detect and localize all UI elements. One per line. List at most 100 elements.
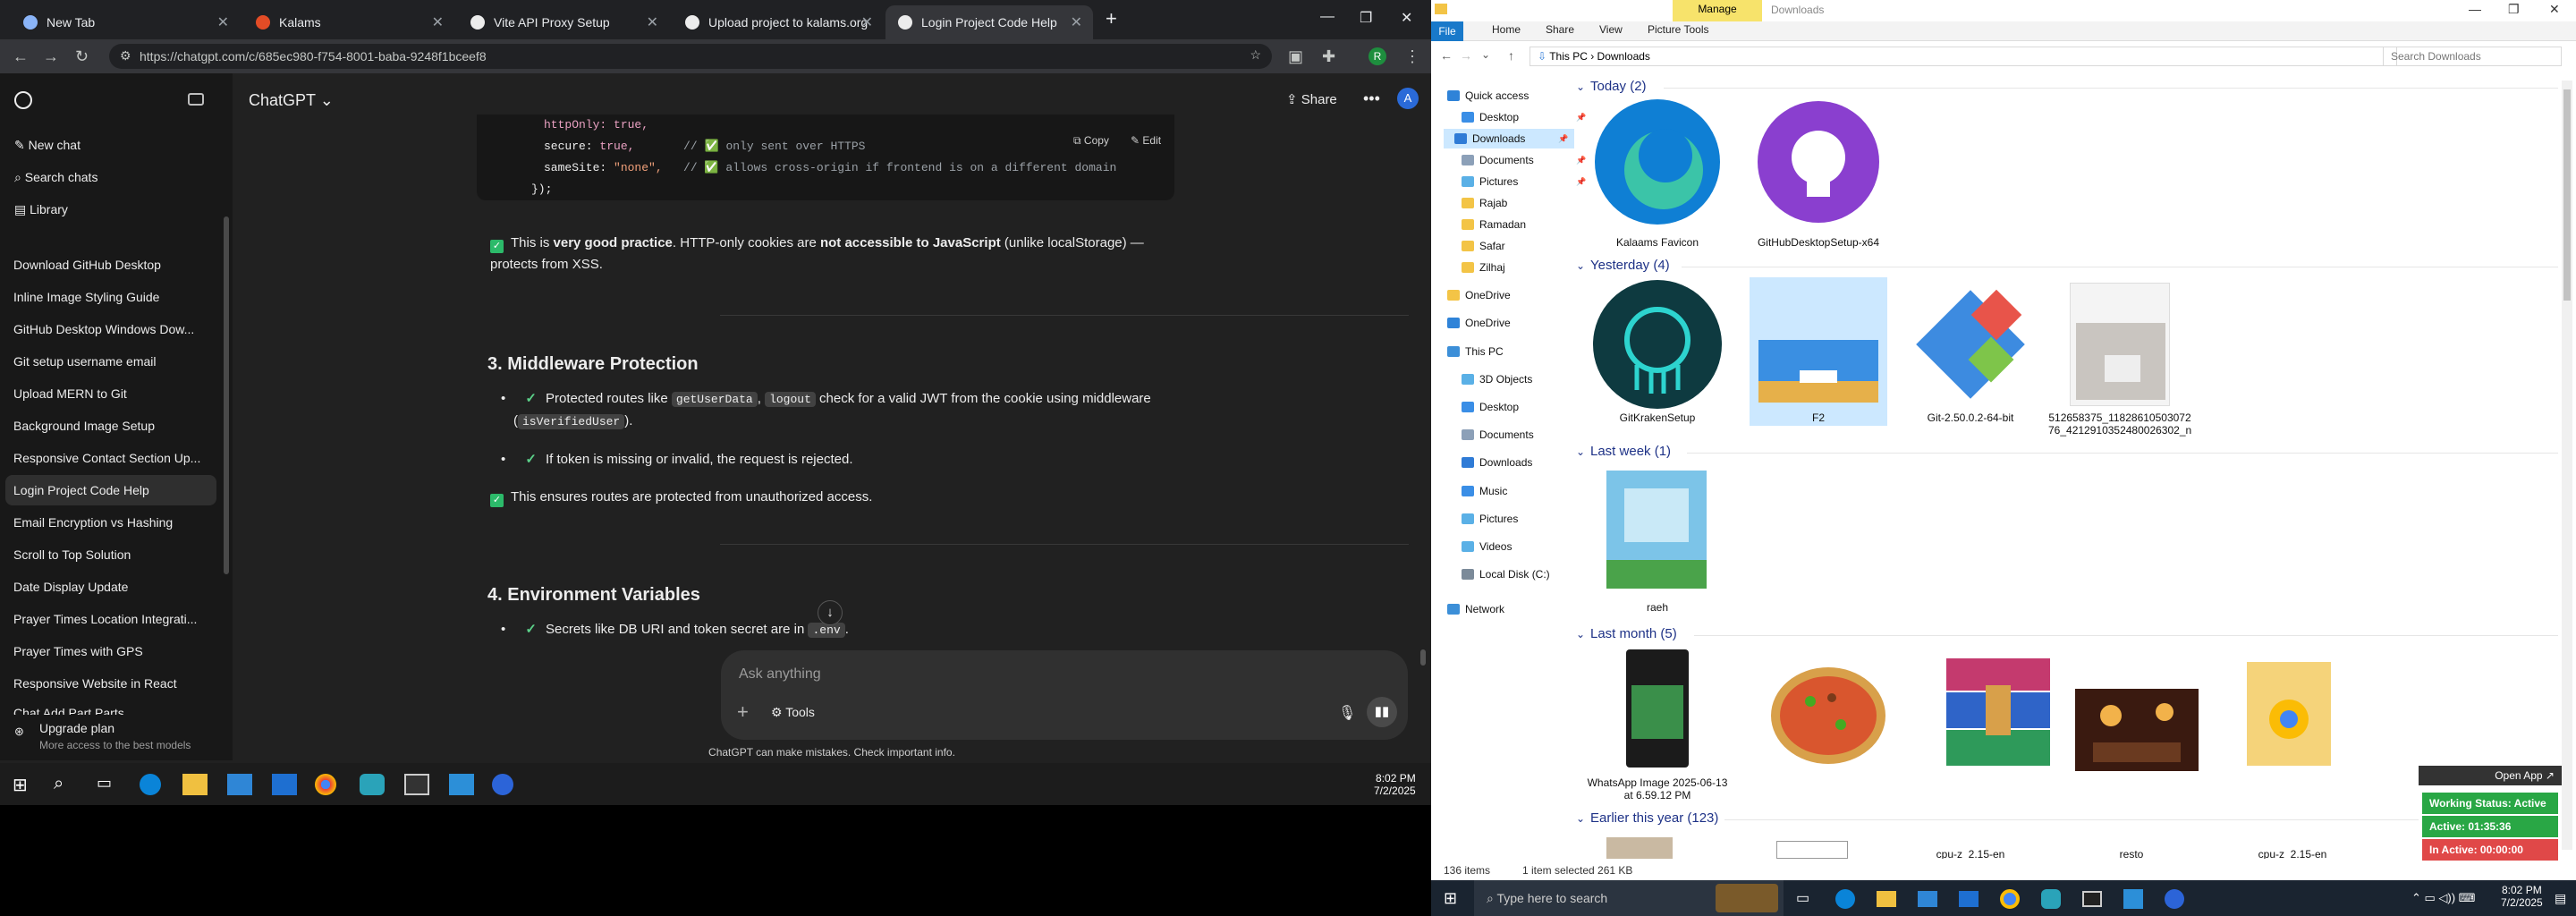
group-header[interactable]: Earlier this year (123) bbox=[1590, 810, 1718, 826]
back-icon[interactable]: ← bbox=[1440, 48, 1453, 63]
store-icon[interactable] bbox=[227, 774, 252, 795]
file-git-installer[interactable] bbox=[1905, 279, 2036, 410]
edit-code-button[interactable]: ✎ Edit bbox=[1131, 134, 1161, 147]
app-icon[interactable] bbox=[360, 774, 385, 795]
close-icon[interactable]: ✕ bbox=[432, 13, 444, 31]
openai-logo-icon[interactable] bbox=[14, 91, 32, 109]
nav-item[interactable]: Ramadan bbox=[1462, 215, 1526, 234]
chat-history-item[interactable]: Prayer Times Location Integrati... bbox=[0, 604, 222, 634]
forward-icon[interactable]: → bbox=[1460, 48, 1472, 63]
file-gitkraken[interactable] bbox=[1592, 279, 1723, 410]
system-tray-icons[interactable]: ⌃ ▭ ◁)) ⌨ bbox=[2411, 891, 2475, 905]
address-bar[interactable]: ⚙ https://chatgpt.com/c/685ec980-f754-80… bbox=[109, 44, 1272, 69]
chrome-icon[interactable] bbox=[2000, 889, 2020, 909]
chat-history-item[interactable]: Login Project Code Help bbox=[5, 475, 216, 505]
upgrade-plan-button[interactable]: ⊛ Upgrade plan More access to the best m… bbox=[0, 716, 233, 760]
close-window-button[interactable]: ✕ bbox=[2549, 2, 2560, 17]
windows-start-icon[interactable]: ⊞ bbox=[13, 774, 38, 795]
picture-tools-tab[interactable]: Picture Tools bbox=[1648, 23, 1708, 36]
task-view-icon[interactable]: ▭ bbox=[97, 774, 122, 795]
reload-icon[interactable]: ↻ bbox=[75, 47, 89, 66]
tab-kalams[interactable]: Kalams ✕ bbox=[243, 5, 454, 39]
mail-icon[interactable] bbox=[1959, 891, 1979, 907]
nav-item[interactable]: Documents 📌 bbox=[1462, 150, 1586, 170]
new-tab-button[interactable]: + bbox=[1106, 7, 1117, 30]
nav-item[interactable]: Zilhaj bbox=[1462, 258, 1505, 277]
nav-item[interactable]: Desktop bbox=[1462, 397, 1519, 417]
search-chats-button[interactable]: ⌕ Search chats bbox=[14, 170, 97, 185]
explorer-scrollbar[interactable] bbox=[2562, 81, 2572, 850]
minimize-button[interactable]: — bbox=[2469, 2, 2481, 16]
nav-item[interactable]: Pictures 📌 bbox=[1462, 172, 1586, 191]
clock[interactable]: 8:02 PM 7/2/2025 bbox=[2501, 884, 2543, 909]
chrome-icon[interactable] bbox=[315, 774, 336, 795]
nav-item[interactable]: Music bbox=[1462, 481, 1507, 501]
minimize-button[interactable]: — bbox=[1320, 9, 1335, 25]
tab-login-project[interactable]: Login Project Code Help ✕ bbox=[886, 5, 1093, 39]
scroll-down-button[interactable]: ↓ bbox=[818, 600, 843, 625]
breadcrumb[interactable]: ⇩ This PC › Downloads bbox=[1530, 47, 2397, 66]
chat-history-item[interactable]: Responsive Website in React bbox=[0, 668, 222, 699]
nav-item[interactable]: OneDrive bbox=[1447, 313, 1511, 333]
chat-history-item[interactable]: Chat Add Part Parts bbox=[0, 700, 222, 715]
nav-item[interactable]: Network bbox=[1447, 599, 1504, 619]
home-tab[interactable]: Home bbox=[1492, 23, 1521, 36]
windows-start-icon[interactable]: ⊞ bbox=[1444, 889, 1457, 908]
nav-item[interactable]: Rajab bbox=[1462, 193, 1507, 213]
tools-button[interactable]: ⚙ Tools bbox=[771, 705, 815, 720]
zm-icon[interactable] bbox=[2165, 889, 2184, 909]
chat-history-item[interactable]: Background Image Setup bbox=[0, 411, 222, 441]
prompt-input[interactable]: Ask anything bbox=[739, 666, 821, 683]
zm-icon[interactable] bbox=[492, 774, 513, 795]
file-pizza[interactable] bbox=[1769, 666, 1887, 766]
puzzle-icon[interactable]: ✚ bbox=[1322, 47, 1335, 66]
chat-history-item[interactable]: Git setup username email bbox=[0, 346, 222, 377]
new-chat-button[interactable]: ✎ New chat bbox=[14, 138, 80, 153]
tab-new-tab[interactable]: New Tab ✕ bbox=[11, 5, 240, 39]
user-avatar[interactable]: A bbox=[1397, 88, 1419, 109]
back-icon[interactable]: ← bbox=[13, 47, 29, 66]
group-header[interactable]: Last month (5) bbox=[1590, 626, 1677, 641]
terminal-icon[interactable] bbox=[404, 774, 429, 795]
file-whatsapp-image[interactable] bbox=[1626, 649, 1689, 768]
file-earlier-1[interactable] bbox=[1606, 837, 1673, 859]
notification-icon[interactable]: ▤ bbox=[2555, 891, 2566, 906]
chat-history-item[interactable]: Email Encryption vs Hashing bbox=[0, 507, 222, 538]
attach-icon[interactable]: + bbox=[737, 700, 749, 724]
file-earlier-2[interactable] bbox=[1776, 841, 1848, 859]
nav-item[interactable]: Quick access bbox=[1447, 86, 1529, 106]
search-input[interactable]: Search Downloads bbox=[2383, 47, 2562, 66]
tab-vite[interactable]: Vite API Proxy Setup ✕ bbox=[458, 5, 669, 39]
file-raeh[interactable] bbox=[1606, 471, 1707, 589]
tab-upload[interactable]: Upload project to kalams.org ✕ bbox=[673, 5, 884, 39]
chat-history-item[interactable]: Upload MERN to Git bbox=[0, 378, 222, 409]
mail-icon[interactable] bbox=[272, 774, 297, 795]
clock[interactable]: 8:02 PM 7/2/2025 bbox=[1374, 772, 1416, 797]
copy-code-button[interactable]: ⧉ Copy bbox=[1073, 134, 1109, 148]
group-header[interactable]: Last week (1) bbox=[1590, 444, 1671, 459]
nav-item[interactable]: Downloads bbox=[1462, 453, 1532, 472]
nav-item[interactable]: Safar bbox=[1462, 236, 1505, 256]
file-cpuz-folder[interactable] bbox=[2241, 653, 2336, 769]
nav-item[interactable]: Videos bbox=[1462, 537, 1512, 556]
profile-avatar[interactable]: R bbox=[1368, 47, 1386, 65]
more-options-icon[interactable]: ••• bbox=[1363, 89, 1380, 108]
vscode-icon[interactable] bbox=[2123, 889, 2143, 909]
manage-tab[interactable]: Manage bbox=[1673, 0, 1762, 21]
task-view-icon[interactable]: ▭ bbox=[1796, 889, 1809, 907]
share-button[interactable]: ⇪ Share bbox=[1286, 91, 1337, 107]
chat-history-item[interactable]: GitHub Desktop Windows Dow... bbox=[0, 314, 222, 344]
edge-icon[interactable] bbox=[1835, 889, 1855, 909]
file-kalaams-favicon[interactable] bbox=[1592, 98, 1723, 225]
microphone-icon[interactable]: 🎙 bbox=[1338, 704, 1356, 722]
file-photo[interactable] bbox=[2070, 283, 2170, 406]
nav-item[interactable]: Downloads 📌 bbox=[1444, 129, 1574, 148]
chat-history-item[interactable]: Prayer Times with GPS bbox=[0, 636, 222, 666]
vscode-icon[interactable] bbox=[449, 774, 474, 795]
recent-icon[interactable]: ⌄ bbox=[1481, 48, 1490, 61]
edge-icon[interactable] bbox=[140, 774, 161, 795]
sidebar-scrollbar[interactable] bbox=[224, 216, 229, 574]
view-tab[interactable]: View bbox=[1599, 23, 1623, 36]
chat-history-item[interactable]: Scroll to Top Solution bbox=[0, 539, 222, 570]
extension-icon[interactable]: ▣ bbox=[1288, 47, 1303, 66]
